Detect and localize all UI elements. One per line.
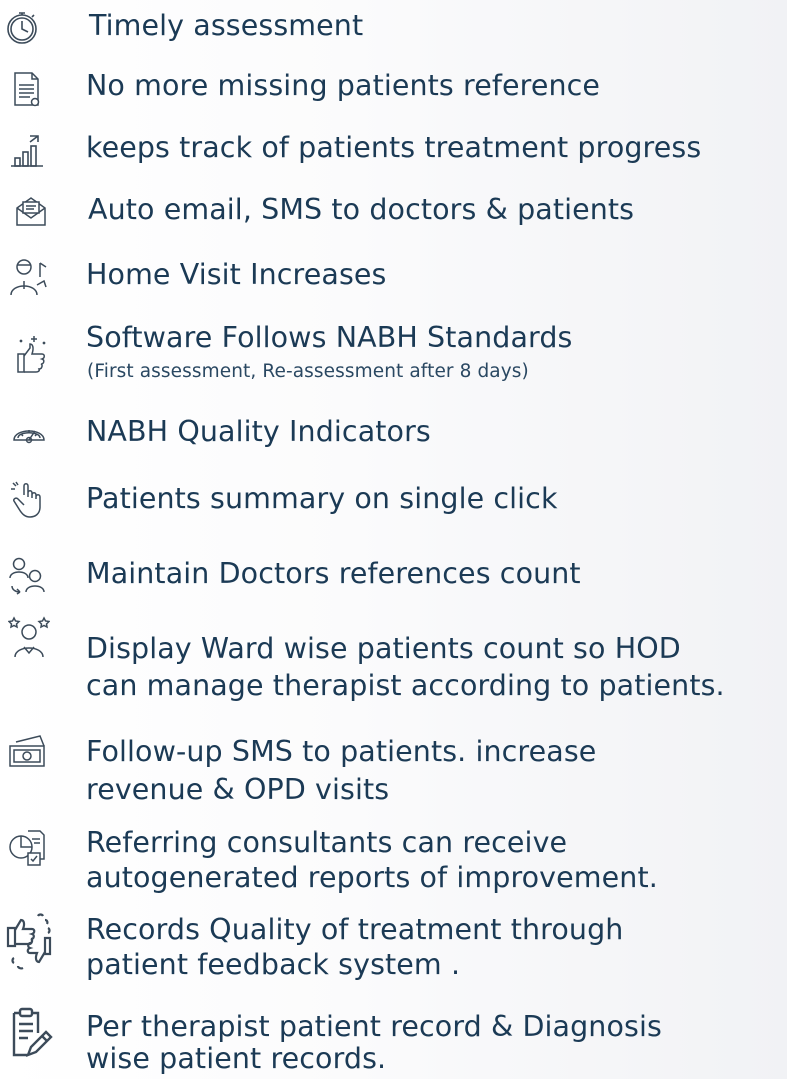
feature-text: NABH Quality Indicators xyxy=(86,415,431,448)
home-visit-doctor-icon xyxy=(6,255,50,299)
hand-click-icon xyxy=(8,479,48,521)
feature-text-line2: can manage therapist according to patien… xyxy=(86,669,725,702)
feature-text: Software Follows NABH Standards xyxy=(86,321,573,354)
report-analysis-icon xyxy=(6,827,48,869)
feature-text: Records Quality of treatment through xyxy=(86,913,624,946)
feature-text: No more missing patients reference xyxy=(86,69,601,102)
feature-text-line2: revenue & OPD visits xyxy=(86,773,390,806)
bar-chart-growth-icon xyxy=(8,132,46,170)
feature-text: Referring consultants can receive xyxy=(86,826,568,859)
staff-rating-icon xyxy=(8,615,50,659)
feature-subtext: (First assessment, Re-assessment after 8… xyxy=(87,361,529,382)
doctors-referral-icon xyxy=(6,554,48,596)
feature-text-line2: patient feedback system . xyxy=(86,948,461,981)
document-icon xyxy=(10,70,44,110)
feature-text: Timely assessment xyxy=(89,9,364,42)
feature-text-line2: wise patient records. xyxy=(86,1042,387,1075)
clipboard-edit-icon xyxy=(4,1007,54,1059)
envelope-icon xyxy=(14,194,48,228)
feature-list: Timely assessment No more missing patien… xyxy=(0,0,787,1075)
feature-text: Follow-up SMS to patients. increase xyxy=(86,735,597,768)
feedback-thumbs-icon xyxy=(4,912,56,972)
feature-text: Home Visit Increases xyxy=(86,258,387,291)
gauge-icon xyxy=(10,416,48,450)
feature-text: Maintain Doctors references count xyxy=(86,557,581,590)
feature-text: keeps track of patients treatment progre… xyxy=(86,131,702,164)
feature-text: Auto email, SMS to doctors & patients xyxy=(88,193,635,226)
feature-text: Patients summary on single click xyxy=(86,482,558,515)
money-icon xyxy=(6,732,48,772)
stopwatch-icon xyxy=(2,8,42,48)
feature-text: Display Ward wise patients count so HOD xyxy=(86,632,681,665)
thumbs-up-sparkle-icon xyxy=(10,332,50,376)
feature-text-line2: autogenerated reports of improvement. xyxy=(86,861,658,894)
